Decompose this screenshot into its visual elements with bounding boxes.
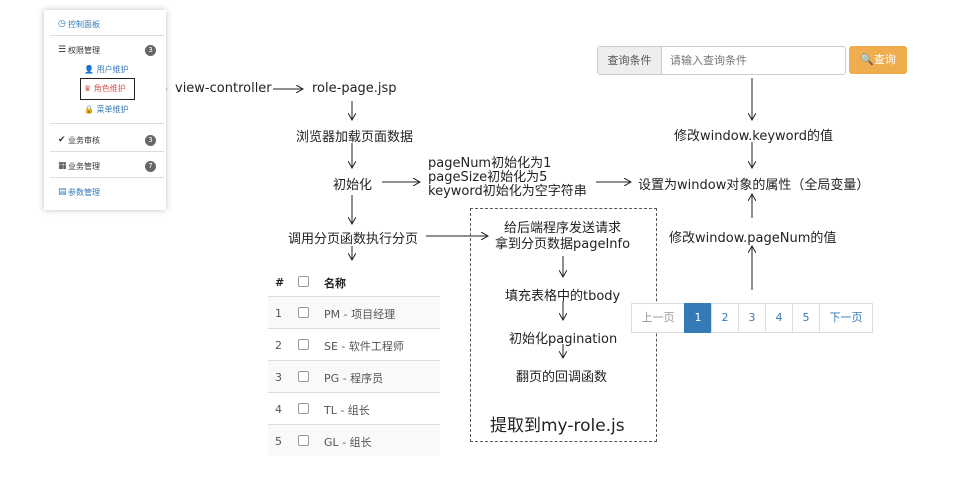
pagination-page-3[interactable]: 3 xyxy=(738,303,766,333)
row-index: 5 xyxy=(275,435,282,448)
pagination-page-4[interactable]: 4 xyxy=(765,303,793,333)
row-index: 1 xyxy=(275,307,282,320)
sidebar-item-label: 权限管理 xyxy=(68,46,100,55)
dashboard-icon: ◷ xyxy=(58,19,66,29)
header-name: 名称 xyxy=(324,277,346,290)
sidebar-item-users[interactable]: 👤 用户维护 xyxy=(84,64,129,75)
table-row[interactable]: 1 PM - 项目经理 xyxy=(268,296,440,328)
browser-load-label: 浏览器加载页面数据 xyxy=(296,130,414,145)
row-name: SE - 软件工程师 xyxy=(324,340,404,353)
row-name: GL - 组长 xyxy=(324,436,372,449)
pagination-page-2[interactable]: 2 xyxy=(711,303,739,333)
set-global-label: 设置为window对象的属性（全局变量） xyxy=(638,178,870,193)
table-row[interactable]: 5 GL - 组长 xyxy=(268,424,440,456)
row-index: 3 xyxy=(275,371,282,384)
user-icon: 👤 xyxy=(84,65,94,74)
sidebar-item-label: 业务管理 xyxy=(68,162,100,171)
row-checkbox[interactable] xyxy=(298,307,309,318)
row-checkbox[interactable] xyxy=(298,339,309,350)
sidebar-item-label: 菜单维护 xyxy=(96,105,129,114)
call-paging-label: 调用分页函数执行分页 xyxy=(288,232,419,247)
divider xyxy=(50,123,164,124)
sidebar-item-label: 角色维护 xyxy=(93,84,126,93)
pagination-prev[interactable]: 上一页 xyxy=(631,303,685,333)
table-row[interactable]: 3 PG - 程序员 xyxy=(268,360,440,392)
check-icon: ✔ xyxy=(58,135,66,145)
divider xyxy=(50,151,164,152)
init-detail: pageSize初始化为5 xyxy=(428,170,548,185)
sidebar: ◷ 控制面板 ☰ 权限管理 3 👤 用户维护 ♛ 角色维护 🔒 菜单维护 ✔ 业… xyxy=(44,10,166,210)
role-icon: ♛ xyxy=(84,84,92,93)
pagination-page-5[interactable]: 5 xyxy=(792,303,820,333)
search-button[interactable]: 🔍查询 xyxy=(849,46,907,74)
init-details: pageNum初始化为1 pageSize初始化为5 keyword初始化为空字… xyxy=(428,157,587,199)
page-callback-label: 翻页的回调函数 xyxy=(516,370,608,385)
document-icon: ▤ xyxy=(58,187,67,197)
row-name: TL - 组长 xyxy=(324,404,370,417)
role-page-label: role-page.jsp xyxy=(312,81,397,96)
lock-icon: 🔒 xyxy=(84,105,94,114)
search-button-label: 查询 xyxy=(873,53,896,66)
badge: 7 xyxy=(145,161,156,172)
init-pagination-label: 初始化pagination xyxy=(509,332,618,347)
init-label: 初始化 xyxy=(333,178,373,193)
fill-tbody-label: 填充表格中的tbody xyxy=(505,289,621,304)
header-index: # xyxy=(275,276,285,289)
list-icon: ☰ xyxy=(58,45,67,55)
table-header: # 名称 xyxy=(268,266,440,297)
row-checkbox[interactable] xyxy=(298,435,309,446)
table-row[interactable]: 2 SE - 软件工程师 xyxy=(268,328,440,360)
sidebar-item-label: 业务审核 xyxy=(68,136,100,145)
divider xyxy=(50,35,164,36)
init-detail: pageNum初始化为1 xyxy=(428,156,552,171)
badge: 3 xyxy=(145,45,156,56)
search-input[interactable] xyxy=(662,47,858,74)
search-group: 查询条件 xyxy=(597,46,858,75)
badge: 3 xyxy=(145,135,156,146)
row-name: PM - 项目经理 xyxy=(324,308,396,321)
search-icon: 🔍 xyxy=(860,53,874,66)
init-detail: keyword初始化为空字符串 xyxy=(428,184,587,199)
sidebar-item-label: 控制面板 xyxy=(68,20,100,29)
row-index: 4 xyxy=(275,403,282,416)
sidebar-item-roles[interactable]: ♛ 角色维护 xyxy=(84,83,126,94)
send-request-line: 拿到分页数据pageInfo xyxy=(495,237,631,252)
pagination-page-1[interactable]: 1 xyxy=(684,303,712,333)
row-index: 2 xyxy=(275,339,282,352)
row-checkbox[interactable] xyxy=(298,371,309,382)
pagination-next[interactable]: 下一页 xyxy=(819,303,873,333)
row-checkbox[interactable] xyxy=(298,403,309,414)
sidebar-item-menus[interactable]: 🔒 菜单维护 xyxy=(84,104,129,115)
extract-label: 提取到my-role.js xyxy=(490,416,625,436)
view-controller-label: view-controller xyxy=(175,81,272,96)
send-request-label: 给后端程序发送请求 拿到分页数据pageInfo xyxy=(495,221,630,253)
sidebar-item-label: 用户维护 xyxy=(96,65,129,74)
divider xyxy=(50,177,164,178)
modify-pagenum-label: 修改window.pageNum的值 xyxy=(669,231,837,246)
table-row[interactable]: 4 TL - 组长 xyxy=(268,392,440,424)
row-name: PG - 程序员 xyxy=(324,372,384,385)
send-request-line: 给后端程序发送请求 xyxy=(504,221,622,236)
select-all-checkbox[interactable] xyxy=(298,276,309,287)
modify-keyword-label: 修改window.keyword的值 xyxy=(674,129,833,144)
sidebar-item-label: 参数管理 xyxy=(68,188,100,197)
search-addon: 查询条件 xyxy=(598,47,662,74)
grid-icon: ▦ xyxy=(58,161,67,171)
